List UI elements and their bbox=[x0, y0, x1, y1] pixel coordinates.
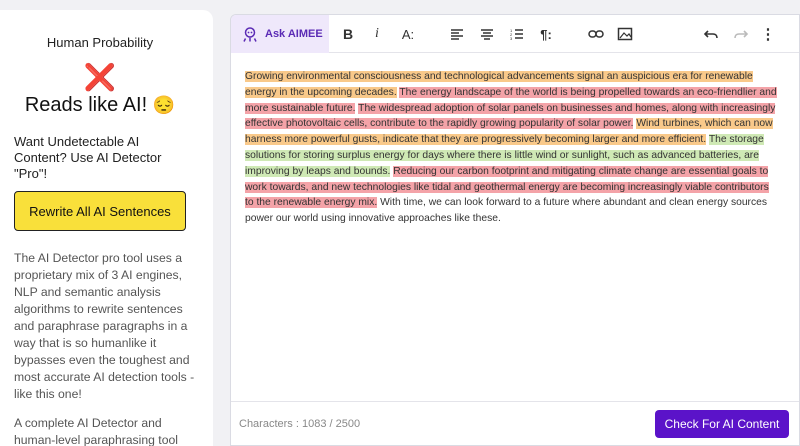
character-count: Characters : 1083 / 2500 bbox=[239, 418, 361, 430]
numbered-list-button[interactable]: 123 bbox=[509, 25, 525, 43]
numbered-list-icon: 123 bbox=[510, 28, 523, 41]
check-ai-content-button[interactable]: Check For AI Content bbox=[655, 410, 789, 438]
italic-button[interactable]: i bbox=[371, 25, 383, 43]
result-text: Reads like AI! 😔 bbox=[0, 94, 200, 117]
undo-button[interactable] bbox=[703, 25, 719, 43]
align-center-icon bbox=[481, 29, 493, 40]
tool-description: The AI Detector pro tool uses a propriet… bbox=[14, 251, 195, 401]
result-label: Reads like AI! bbox=[24, 94, 148, 116]
undo-icon bbox=[703, 30, 718, 39]
text-editor: Ask AIMEE B i A: 123 ¶: ⋮ Growing enviro… bbox=[230, 14, 800, 446]
result-panel: Human Probability ❌ Reads like AI! 😔 Wan… bbox=[0, 10, 213, 446]
redo-button[interactable] bbox=[733, 25, 749, 43]
cross-mark-icon: ❌ bbox=[83, 62, 117, 92]
align-left-icon bbox=[451, 29, 463, 40]
editor-footer: Characters : 1083 / 2500 Check For AI Co… bbox=[231, 401, 799, 445]
editor-content[interactable]: Growing environmental consciousness and … bbox=[245, 69, 779, 227]
ask-aimee-button[interactable]: Ask AIMEE bbox=[231, 15, 329, 53]
link-icon bbox=[588, 30, 604, 38]
editor-toolbar: Ask AIMEE B i A: 123 ¶: ⋮ bbox=[231, 15, 799, 53]
ask-aimee-label: Ask AIMEE bbox=[265, 28, 323, 40]
rewrite-all-button[interactable]: Rewrite All AI Sentences bbox=[14, 191, 186, 231]
robot-icon bbox=[243, 27, 257, 42]
font-size-button[interactable]: A: bbox=[399, 25, 417, 43]
align-left-button[interactable] bbox=[449, 25, 465, 43]
result-title: Human Probability bbox=[46, 35, 154, 50]
redo-icon bbox=[734, 30, 749, 39]
image-button[interactable] bbox=[617, 25, 633, 43]
promo-text: Want Undetectable AI Content? Use AI Det… bbox=[14, 134, 162, 181]
tool-description-2: A complete AI Detector and human-level p… bbox=[14, 416, 178, 446]
more-options-icon[interactable]: ⋮ bbox=[761, 25, 776, 43]
sad-face-icon: 😔 bbox=[152, 95, 176, 115]
bold-button[interactable]: B bbox=[341, 25, 355, 43]
align-center-button[interactable] bbox=[479, 25, 495, 43]
image-icon bbox=[617, 27, 633, 41]
paragraph-button[interactable]: ¶: bbox=[537, 25, 555, 43]
svg-text:3: 3 bbox=[510, 36, 513, 41]
link-button[interactable] bbox=[587, 25, 605, 43]
